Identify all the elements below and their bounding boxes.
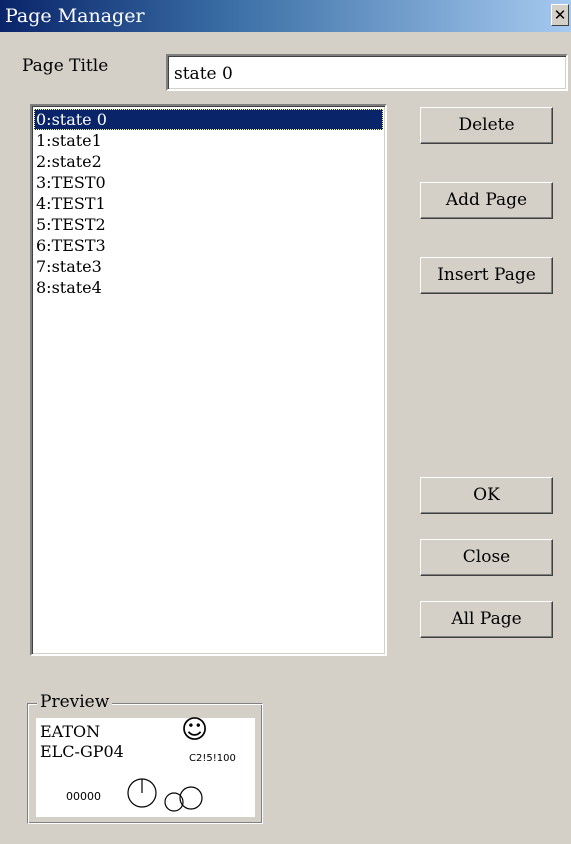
delete-button[interactable]: Delete bbox=[420, 107, 553, 144]
preview-canvas: EATON ELC-GP04 ☺ C2!5!100 00000 bbox=[36, 715, 255, 817]
window-title: Page Manager bbox=[5, 5, 145, 27]
dial-icon bbox=[127, 778, 157, 808]
preview-small-text: C2!5!100 bbox=[189, 753, 236, 764]
preview-counter-text: 00000 bbox=[66, 790, 101, 803]
page-title-label: Page Title bbox=[22, 56, 109, 76]
page-list[interactable]: 0:state 0 1:state1 2:state2 3:TEST0 4:TEST1 5… bbox=[30, 104, 387, 656]
list-item[interactable]: 2:state2 bbox=[34, 151, 383, 172]
close-button[interactable]: Close bbox=[420, 539, 553, 576]
page-manager-window: Page Manager ✕ Page Title state 0 0:stat… bbox=[0, 0, 571, 844]
list-item[interactable]: 3:TEST0 bbox=[34, 172, 383, 193]
list-item[interactable]: 0:state 0 bbox=[34, 109, 383, 130]
close-window-button[interactable]: ✕ bbox=[551, 4, 569, 26]
ok-button[interactable]: OK bbox=[420, 477, 553, 514]
list-item[interactable]: 7:state3 bbox=[34, 256, 383, 277]
list-item[interactable]: 5:TEST2 bbox=[34, 214, 383, 235]
smiley-icon: ☺ bbox=[181, 715, 209, 745]
all-page-button[interactable]: All Page bbox=[420, 601, 553, 638]
list-item[interactable]: 8:state4 bbox=[34, 277, 383, 298]
close-icon: ✕ bbox=[553, 6, 567, 24]
preview-model-text: ELC-GP04 bbox=[40, 742, 124, 761]
lamp-icons bbox=[164, 786, 203, 812]
page-title-input[interactable]: state 0 bbox=[166, 54, 568, 91]
list-item[interactable]: 6:TEST3 bbox=[34, 235, 383, 256]
preview-dial-graphics bbox=[127, 778, 203, 812]
insert-page-button[interactable]: Insert Page bbox=[420, 257, 553, 294]
preview-label: Preview bbox=[37, 692, 113, 712]
add-page-button[interactable]: Add Page bbox=[420, 182, 553, 219]
list-item[interactable]: 4:TEST1 bbox=[34, 193, 383, 214]
title-bar[interactable]: Page Manager ✕ bbox=[0, 0, 571, 32]
list-item[interactable]: 1:state1 bbox=[34, 130, 383, 151]
page-title-value: state 0 bbox=[174, 64, 233, 84]
preview-brand-text: EATON bbox=[40, 722, 101, 741]
